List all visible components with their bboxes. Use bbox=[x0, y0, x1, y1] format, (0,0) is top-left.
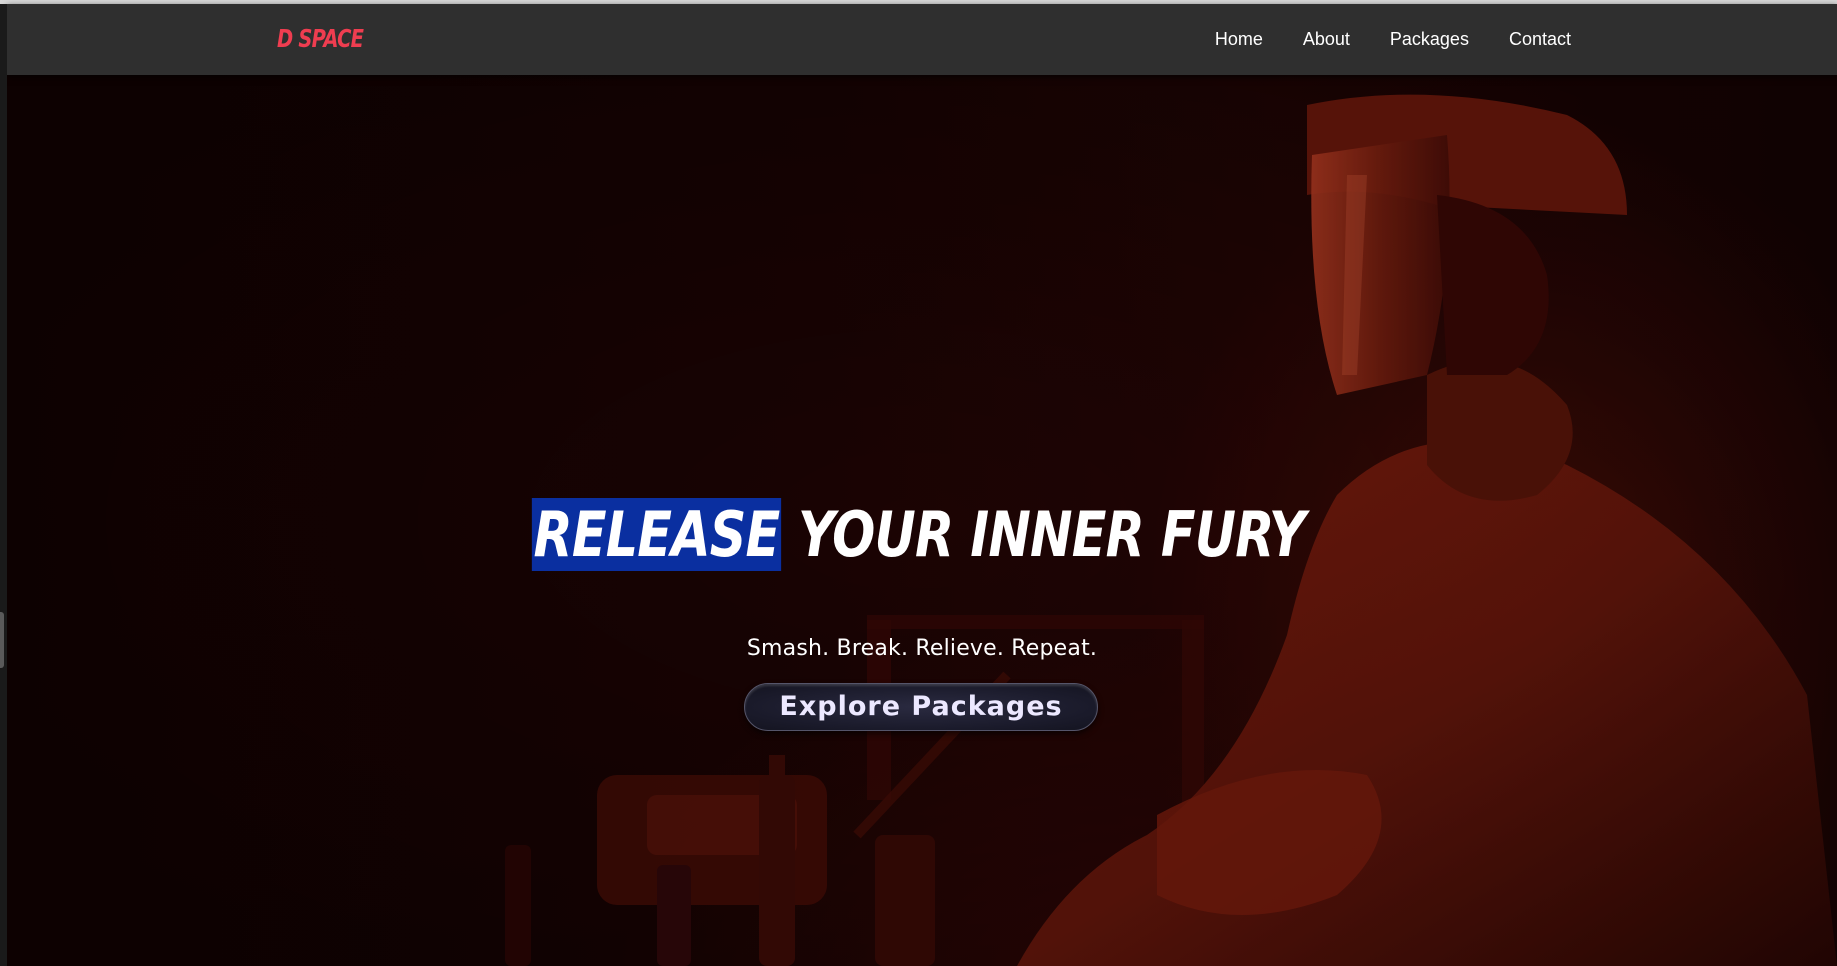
hero-section: RELEASE YOUR INNER FURY Smash. Break. Re… bbox=[7, 75, 1837, 966]
browser-viewport: D SPACE Home About Packages Contact RELE… bbox=[0, 0, 1837, 966]
nav-link-about[interactable]: About bbox=[1303, 29, 1350, 50]
site-logo[interactable]: D SPACE bbox=[277, 24, 364, 53]
hero-tagline: Smash. Break. Relieve. Repeat. bbox=[746, 636, 1098, 662]
navbar: D SPACE Home About Packages Contact bbox=[7, 4, 1837, 75]
nav-link-packages[interactable]: Packages bbox=[1390, 29, 1469, 50]
headline-highlight: RELEASE bbox=[531, 497, 781, 571]
side-panel-handle[interactable] bbox=[0, 612, 4, 668]
nav-link-home[interactable]: Home bbox=[1215, 29, 1263, 50]
headline-rest: YOUR INNER FURY bbox=[780, 497, 1306, 571]
window-left-border bbox=[0, 4, 7, 966]
nav-links: Home About Packages Contact bbox=[1215, 4, 1571, 75]
explore-packages-button[interactable]: Explore Packages bbox=[744, 683, 1098, 732]
nav-link-contact[interactable]: Contact bbox=[1509, 29, 1571, 50]
hero-headline: RELEASE YOUR INNER FURY bbox=[531, 497, 1306, 573]
hero-content: RELEASE YOUR INNER FURY Smash. Break. Re… bbox=[7, 455, 1837, 732]
